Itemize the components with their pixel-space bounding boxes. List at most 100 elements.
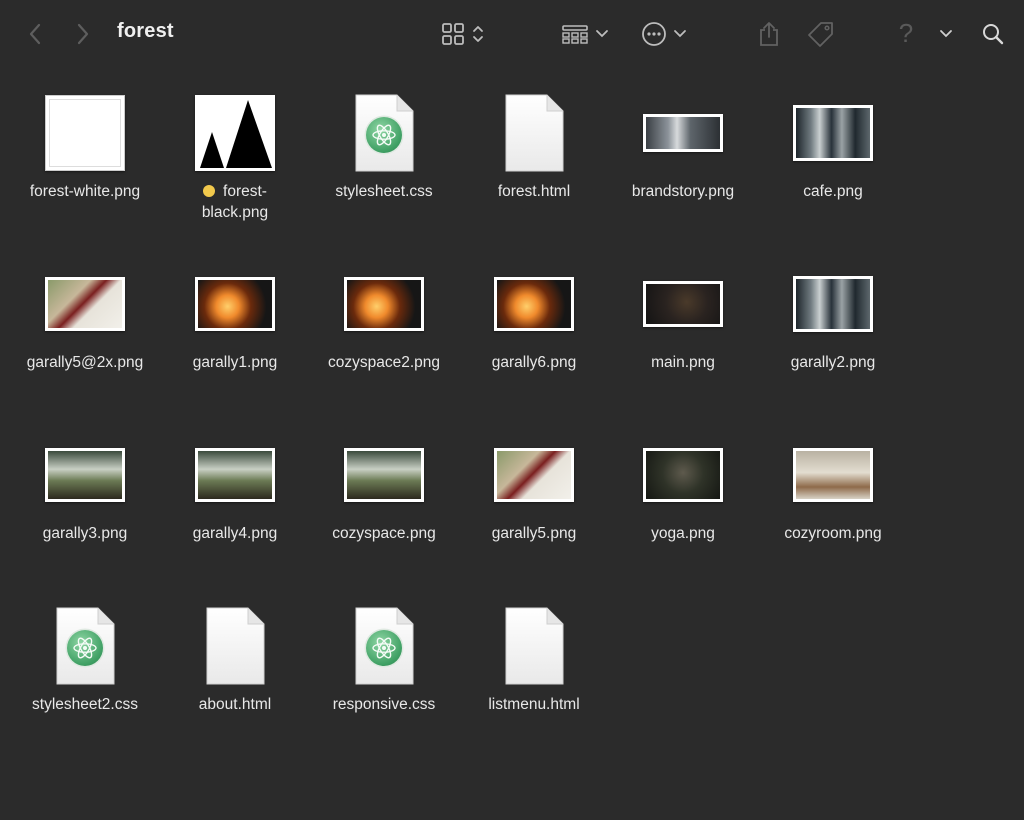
tags-button[interactable] — [804, 18, 838, 50]
file-name[interactable]: listmenu.html — [449, 694, 619, 715]
file-item[interactable]: main.png — [608, 258, 758, 418]
file-item[interactable]: forest-white.png — [10, 87, 160, 247]
file-item[interactable]: listmenu.html — [459, 600, 609, 760]
chevron-down-icon — [940, 30, 952, 38]
file-name[interactable]: cozyspace.png — [299, 523, 469, 544]
file-thumbnail[interactable] — [309, 258, 459, 350]
file-name[interactable]: garally2.png — [748, 352, 918, 373]
file-name[interactable]: forest.html — [449, 181, 619, 202]
list-group-icon — [562, 25, 588, 44]
file-thumbnail[interactable] — [10, 600, 160, 692]
file-thumbnail[interactable] — [309, 600, 459, 692]
tag-icon — [808, 22, 833, 47]
file-thumbnail[interactable] — [160, 600, 310, 692]
file-thumbnail[interactable] — [10, 429, 160, 521]
yellow-tag-icon — [203, 185, 216, 197]
search-button[interactable] — [978, 18, 1008, 50]
file-thumbnail[interactable] — [459, 600, 609, 692]
file-item[interactable]: brandstory.png — [608, 87, 758, 247]
chevron-left-icon — [29, 23, 41, 45]
file-name[interactable]: garally3.png — [0, 523, 170, 544]
file-thumbnail[interactable] — [758, 429, 908, 521]
file-item[interactable]: garally5.png — [459, 429, 609, 589]
file-thumbnail[interactable] — [10, 258, 160, 350]
file-item[interactable]: garally1.png — [160, 258, 310, 418]
file-name-line: black.png — [201, 204, 269, 221]
file-thumbnail[interactable] — [309, 87, 459, 179]
file-name[interactable]: cafe.png — [748, 181, 918, 202]
file-item[interactable]: garally4.png — [160, 429, 310, 589]
file-name[interactable]: stylesheet.css — [299, 181, 469, 202]
file-name[interactable]: main.png — [598, 352, 768, 373]
file-thumbnail[interactable] — [758, 258, 908, 350]
file-name[interactable]: cozyroom.png — [748, 523, 918, 544]
file-name[interactable]: about.html — [150, 694, 320, 715]
file-name[interactable]: garally1.png — [150, 352, 320, 373]
file-item[interactable]: cozyroom.png — [758, 429, 908, 589]
file-name[interactable]: garally6.png — [449, 352, 619, 373]
atom-icon — [366, 630, 402, 666]
file-item[interactable]: garally2.png — [758, 258, 908, 418]
file-item[interactable]: yoga.png — [608, 429, 758, 589]
updown-chevron-icon — [473, 26, 483, 42]
share-button[interactable] — [754, 18, 784, 50]
group-button[interactable] — [558, 18, 612, 50]
file-item[interactable]: forest-black.png — [160, 87, 310, 247]
file-name-line: forest- — [223, 183, 267, 200]
css-file-icon — [353, 93, 415, 173]
file-item[interactable]: responsive.css — [309, 600, 459, 760]
file-thumbnail[interactable] — [758, 87, 908, 179]
window-title: forest — [117, 20, 174, 42]
atom-icon — [67, 630, 103, 666]
share-icon — [760, 22, 778, 46]
file-name[interactable]: garally5@2x.png — [0, 352, 170, 373]
file-item[interactable]: cozyspace.png — [309, 429, 459, 589]
file-thumbnail[interactable] — [608, 429, 758, 521]
file-item[interactable]: stylesheet.css — [309, 87, 459, 247]
html-file-icon — [503, 93, 565, 173]
file-thumbnail[interactable] — [459, 87, 609, 179]
file-thumbnail[interactable] — [459, 429, 609, 521]
file-item[interactable]: forest.html — [459, 87, 609, 247]
chevron-down-icon — [596, 30, 608, 38]
file-name[interactable]: forest-black.png — [150, 181, 320, 223]
file-item[interactable]: cafe.png — [758, 87, 908, 247]
atom-icon — [366, 117, 402, 153]
file-item[interactable]: about.html — [160, 600, 310, 760]
file-thumbnail[interactable] — [459, 258, 609, 350]
file-thumbnail[interactable] — [10, 87, 160, 179]
file-item[interactable]: stylesheet2.css — [10, 600, 160, 760]
file-name[interactable]: garally5.png — [449, 523, 619, 544]
file-thumbnail[interactable] — [608, 258, 758, 350]
file-name[interactable]: stylesheet2.css — [0, 694, 170, 715]
forward-button[interactable] — [72, 20, 94, 48]
css-file-icon — [54, 606, 116, 686]
ellipsis-circle-icon — [642, 22, 666, 46]
file-name[interactable]: yoga.png — [598, 523, 768, 544]
file-item[interactable]: garally3.png — [10, 429, 160, 589]
chevron-down-icon — [674, 30, 686, 38]
file-thumbnail[interactable] — [160, 429, 310, 521]
chevron-right-icon — [77, 23, 89, 45]
file-name[interactable]: responsive.css — [299, 694, 469, 715]
file-name[interactable]: forest-white.png — [0, 181, 170, 202]
grid-icon — [442, 23, 464, 45]
html-file-icon — [204, 606, 266, 686]
toolbar-overflow-button[interactable] — [936, 26, 956, 42]
icon-view-button[interactable] — [436, 18, 490, 50]
file-thumbnail[interactable] — [160, 87, 310, 179]
file-item[interactable]: garally6.png — [459, 258, 609, 418]
finder-toolbar: forest ? — [0, 0, 1024, 68]
css-file-icon — [353, 606, 415, 686]
file-item[interactable]: garally5@2x.png — [10, 258, 160, 418]
back-button[interactable] — [24, 20, 46, 48]
file-name[interactable]: cozyspace2.png — [299, 352, 469, 373]
help-icon[interactable]: ? — [892, 16, 920, 50]
more-actions-button[interactable] — [638, 18, 690, 50]
file-name[interactable]: garally4.png — [150, 523, 320, 544]
file-item[interactable]: cozyspace2.png — [309, 258, 459, 418]
file-thumbnail[interactable] — [160, 258, 310, 350]
file-name[interactable]: brandstory.png — [598, 181, 768, 202]
file-thumbnail[interactable] — [608, 87, 758, 179]
file-thumbnail[interactable] — [309, 429, 459, 521]
